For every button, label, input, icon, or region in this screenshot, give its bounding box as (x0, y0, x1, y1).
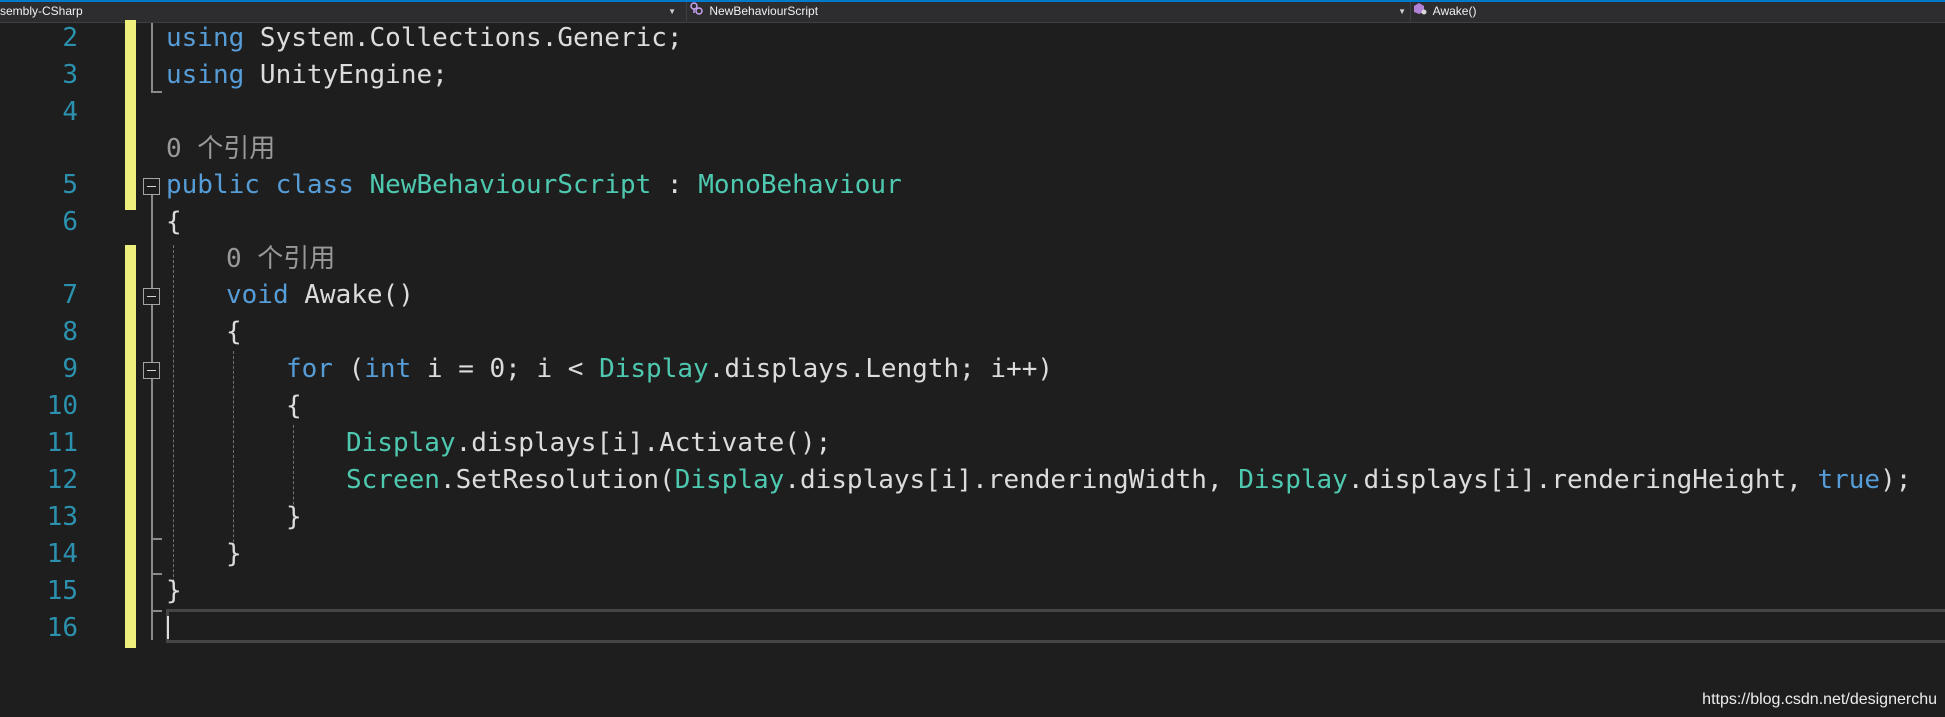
code-token: Screen (346, 465, 440, 495)
line-number: 7 (62, 280, 78, 310)
code-token: class (275, 170, 354, 200)
collapse-toggle[interactable] (143, 178, 160, 195)
line-number: 11 (46, 428, 78, 458)
code-token: i = 0; i < (411, 354, 600, 384)
project-dropdown[interactable]: sembly-CSharp ▼ (0, 2, 680, 21)
line-number: 13 (46, 502, 78, 532)
code-line: for (int i = 0; i < Display.displays.Len… (286, 351, 1053, 388)
member-name: Awake() (1432, 4, 1477, 18)
outline-line (151, 91, 162, 93)
chevron-down-icon: ▼ (1398, 7, 1406, 16)
code-token: System.Collections.Generic; (244, 23, 683, 53)
project-name: sembly-CSharp (0, 4, 83, 18)
line-number: 8 (62, 317, 78, 347)
current-line-highlight (166, 609, 1945, 643)
code-line: using System.Collections.Generic; (166, 20, 683, 57)
code-token: public (166, 170, 260, 200)
outline-line (151, 573, 162, 575)
outline-line (151, 610, 162, 612)
code-token: Display (346, 428, 456, 458)
line-number: 9 (62, 354, 78, 384)
divider (1410, 2, 1411, 21)
codelens-references[interactable]: 0 个引用 (166, 131, 275, 168)
code-line: using UnityEngine; (166, 57, 448, 94)
member-dropdown[interactable]: Awake() (1413, 2, 1945, 21)
code-token: ( (332, 354, 365, 384)
code-token: Display (599, 354, 709, 384)
line-number: 4 (62, 97, 78, 127)
divider (686, 2, 687, 21)
code-token: MonoBehaviour (698, 170, 902, 200)
line-number: 3 (62, 60, 78, 90)
code-line: { (226, 314, 242, 351)
line-number: 15 (46, 576, 78, 606)
change-marker (125, 20, 136, 210)
outline-line (151, 538, 162, 540)
code-token: .SetResolution( (439, 465, 675, 495)
code-token: for (286, 354, 333, 384)
code-token: .displays.Length; i++) (708, 354, 1054, 384)
code-token: using (166, 60, 245, 90)
line-number: 14 (46, 539, 78, 569)
watermark: https://blog.csdn.net/designerchu (1702, 691, 1937, 708)
outline-line (151, 23, 153, 91)
code-token: true (1817, 465, 1881, 495)
code-line: { (286, 388, 302, 425)
collapse-toggle[interactable] (143, 288, 160, 305)
class-icon (690, 2, 703, 21)
code-token: Display (1238, 465, 1348, 495)
code-line: public class NewBehaviourScript : MonoBe… (166, 167, 902, 204)
collapse-toggle[interactable] (143, 362, 160, 379)
line-number: 16 (46, 613, 78, 643)
code-line: void Awake() (226, 277, 414, 314)
code-token: using (166, 23, 245, 53)
code-token: NewBehaviourScript (369, 170, 652, 200)
code-token: { (166, 207, 182, 237)
code-token: { (226, 317, 242, 347)
line-number: 5 (62, 170, 78, 200)
code-token: } (226, 539, 242, 569)
chevron-down-icon: ▼ (668, 7, 676, 16)
code-line: Display.displays[i].Activate(); (346, 425, 831, 462)
line-number: 10 (46, 391, 78, 421)
code-token: ); (1880, 465, 1912, 495)
code-token: .displays[i].renderingHeight, (1347, 465, 1818, 495)
code-line: } (226, 536, 242, 573)
code-line: { (166, 204, 182, 241)
code-line: } (286, 499, 302, 536)
code-token: { (286, 391, 302, 421)
codelens-references[interactable]: 0 个引用 (226, 241, 335, 278)
code-token: .displays[i].renderingWidth, (784, 465, 1239, 495)
code-token: } (166, 576, 182, 606)
type-name: NewBehaviourScript (709, 4, 819, 18)
code-token: } (286, 502, 302, 532)
indent-guide (233, 351, 234, 562)
method-icon (1413, 2, 1427, 21)
code-token: UnityEngine; (244, 60, 448, 90)
code-token: Awake() (288, 280, 414, 310)
code-token: .displays[i].Activate(); (455, 428, 832, 458)
code-token: Display (674, 465, 785, 495)
line-number: 6 (62, 207, 78, 237)
code-token: int (364, 354, 412, 384)
text-caret (167, 616, 169, 639)
code-token: void (226, 280, 289, 310)
code-line: } (166, 573, 182, 610)
type-dropdown[interactable]: NewBehaviourScript ▼ (690, 2, 1410, 21)
line-number: 2 (62, 23, 78, 53)
change-marker (125, 245, 136, 648)
line-number: 12 (46, 465, 78, 495)
code-line: Screen.SetResolution(Display.displays[i]… (346, 462, 1911, 499)
code-token: : (651, 170, 699, 200)
code-editor[interactable]: 2 3 4 5 6 7 8 9 10 11 12 13 14 15 16 usi… (0, 20, 1945, 717)
indent-guide (173, 245, 174, 597)
